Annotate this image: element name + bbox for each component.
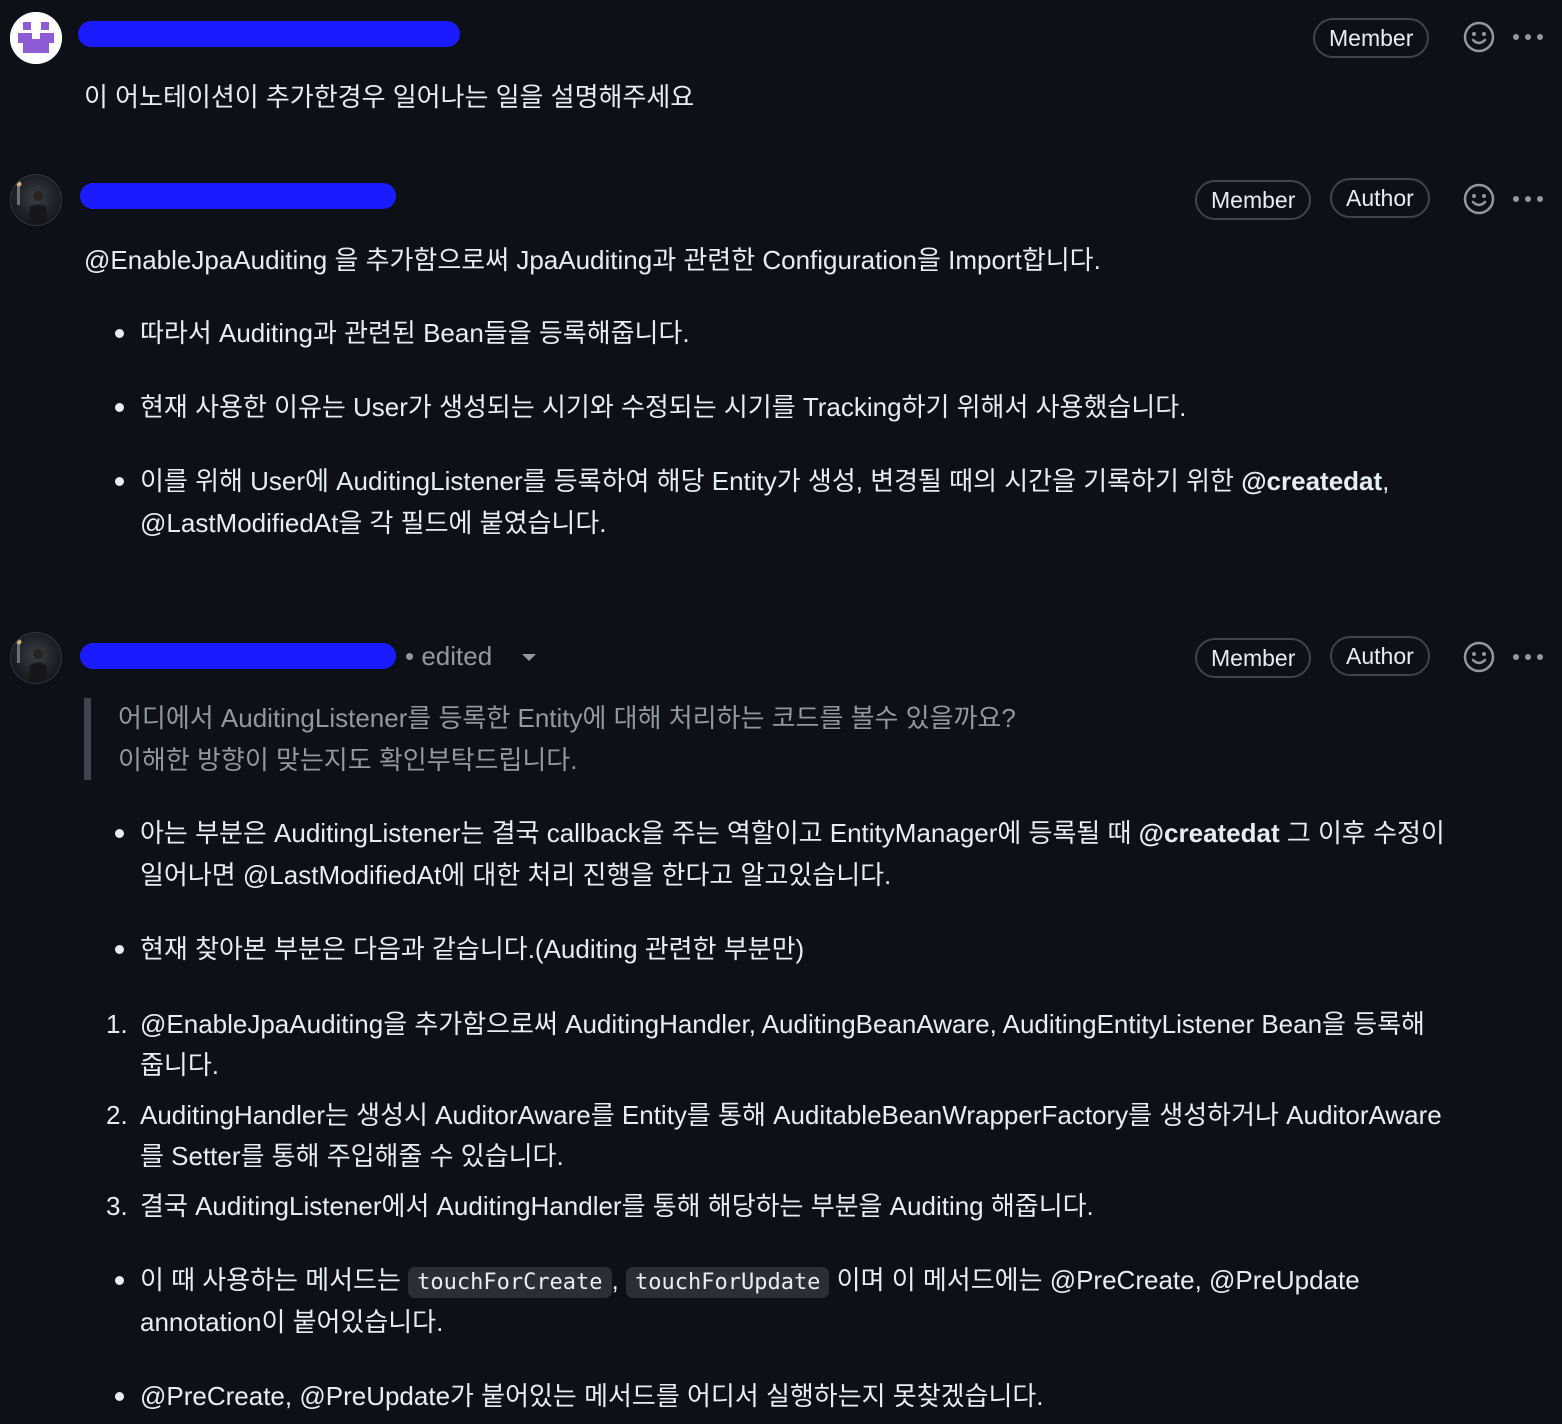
blockquote-line: 어디에서 AuditingListener를 등록한 Entity에 대해 처리… — [118, 703, 1016, 733]
numbered-item: 결국 AuditingListener에서 AuditingHandler를 통… — [140, 1191, 1094, 1221]
bullet-dot — [115, 329, 124, 338]
list-number: 1. — [106, 1009, 128, 1039]
user-photo-icon — [16, 181, 48, 225]
kebab-icon[interactable] — [1511, 194, 1545, 204]
bullet-dot — [115, 403, 124, 412]
numbered-item: @EnableJpaAuditing을 추가함으로써 AuditingHandl… — [140, 1009, 1425, 1039]
avatar[interactable] — [10, 174, 62, 226]
blockquote-line: 이해한 방향이 맞는지도 확인부탁드립니다. — [118, 745, 578, 775]
caret-down-icon[interactable] — [521, 653, 537, 663]
blockquote-bar — [84, 698, 91, 780]
list-item: @PreCreate, @PreUpdate가 붙어있는 메서드를 어디서 실행… — [140, 1381, 1044, 1411]
bullet-dot — [115, 829, 124, 838]
redacted-username — [80, 183, 396, 209]
bullet-dot — [115, 945, 124, 954]
list-item-continued: 일어나면 @LastModifiedAt에 대한 처리 진행을 한다고 알고있습… — [140, 860, 892, 890]
author-badge: Author — [1330, 636, 1430, 676]
list-item: 이를 위해 User에 AuditingListener를 등록하여 해당 En… — [140, 460, 1389, 502]
list-item: 이 때 사용하는 메서드는 touchForCreate, touchForUp… — [140, 1259, 1360, 1304]
inline-code: touchForUpdate — [626, 1267, 830, 1298]
list-item-continued: @LastModifiedAt을 각 필드에 붙였습니다. — [140, 508, 607, 538]
bullet-dot — [115, 1276, 124, 1285]
list-item: 따라서 Auditing과 관련된 Bean들을 등록해줍니다. — [140, 318, 690, 348]
member-badge: Member — [1313, 18, 1430, 58]
redacted-username — [80, 643, 396, 669]
avatar[interactable] — [10, 632, 62, 684]
bullet-dot — [115, 477, 124, 486]
numbered-item-continued: 를 Setter를 통해 주입해줄 수 있습니다. — [140, 1141, 564, 1171]
redacted-username — [78, 21, 460, 47]
mention-createdat[interactable]: @createdat — [1241, 466, 1382, 496]
kebab-icon[interactable] — [1511, 32, 1545, 42]
list-item: 아는 부분은 AuditingListener는 결국 callback을 주는… — [140, 812, 1445, 854]
smiley-icon[interactable] — [1463, 641, 1495, 673]
list-item-continued: annotation이 붙어있습니다. — [140, 1307, 444, 1337]
numbered-item: AuditingHandler는 생성시 AuditorAware를 Entit… — [140, 1100, 1442, 1130]
list-item-text: 아는 부분은 AuditingListener는 결국 callback을 주는… — [140, 818, 1139, 848]
numbered-item-continued: 줍니다. — [140, 1050, 219, 1080]
list-item: 현재 찾아본 부분은 다음과 같습니다.(Auditing 관련한 부분만) — [140, 934, 805, 964]
list-item-text: 이 때 사용하는 메서드는 — [140, 1265, 409, 1295]
kebab-icon[interactable] — [1511, 652, 1545, 662]
mention-createdat[interactable]: @createdat — [1139, 818, 1280, 848]
list-number: 2. — [106, 1100, 128, 1130]
list-item-text: 그 이후 수정이 — [1279, 818, 1445, 848]
member-badge: Member — [1195, 180, 1312, 220]
comment-text: @EnableJpaAuditing 을 추가함으로써 JpaAuditing과… — [84, 245, 1101, 275]
smiley-icon[interactable] — [1463, 21, 1495, 53]
list-item-text: 이며 이 메서드에는 @PreCreate, @PreUpdate — [829, 1265, 1360, 1295]
inline-code: touchForCreate — [408, 1267, 612, 1298]
list-item: 현재 사용한 이유는 User가 생성되는 시기와 수정되는 시기를 Track… — [140, 392, 1187, 422]
list-number: 3. — [106, 1191, 128, 1221]
bullet-dot — [115, 1392, 124, 1401]
edited-label[interactable]: • edited — [405, 641, 492, 671]
member-badge: Member — [1195, 638, 1312, 678]
list-item-text: , — [611, 1265, 626, 1295]
avatar[interactable] — [10, 12, 62, 64]
list-item-text: 이를 위해 User에 AuditingListener를 등록하여 해당 En… — [140, 466, 1242, 496]
comment-text: 이 어노테이션이 추가한경우 일어나는 일을 설명해주세요 — [84, 82, 695, 112]
author-badge: Author — [1330, 178, 1430, 218]
user-photo-icon — [16, 639, 48, 683]
smiley-icon[interactable] — [1463, 183, 1495, 215]
list-item-text: , — [1382, 466, 1390, 496]
identicon-icon — [10, 12, 62, 64]
